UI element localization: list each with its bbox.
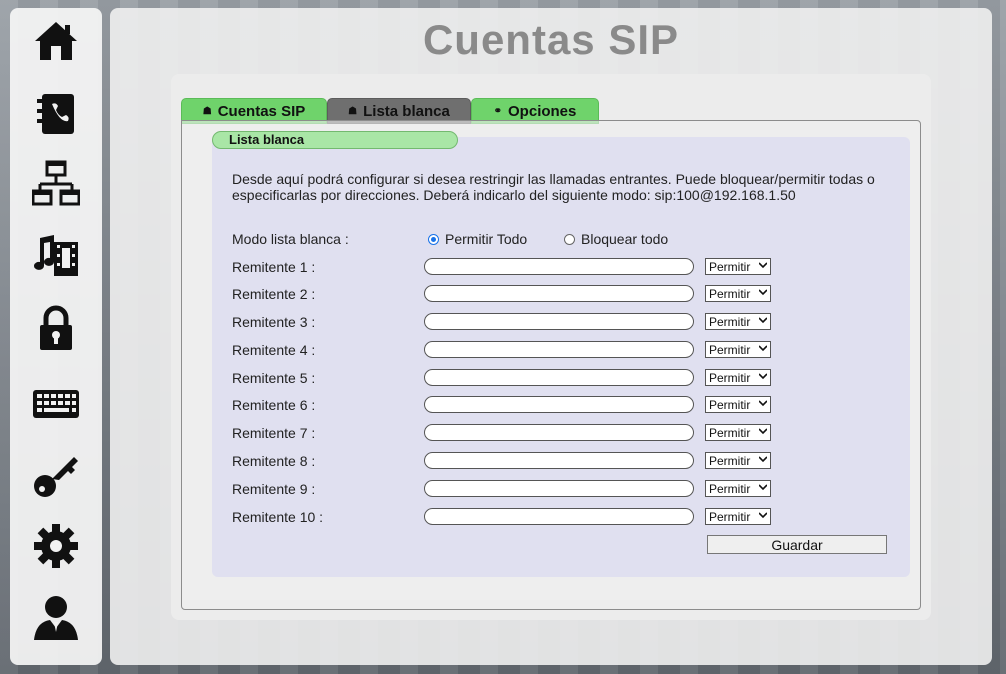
sender-label-2: Remitente 2 : bbox=[232, 286, 316, 302]
sender-input-8[interactable] bbox=[424, 452, 694, 469]
sender-input-7[interactable] bbox=[424, 424, 694, 441]
sender-action-select-1[interactable]: Permitir bbox=[705, 258, 771, 275]
chevron-down-icon bbox=[759, 262, 767, 269]
description-text: Desde aquí podrá configurar si desea res… bbox=[232, 171, 875, 203]
chevron-down-icon bbox=[759, 289, 767, 296]
sender-action-select-4[interactable]: Permitir bbox=[705, 341, 771, 358]
sender-action-select-10[interactable]: Permitir bbox=[705, 508, 771, 525]
keyboard-icon bbox=[33, 390, 79, 418]
sender-input-6[interactable] bbox=[424, 396, 694, 413]
key-icon bbox=[34, 457, 78, 497]
sidebar-item-network[interactable] bbox=[28, 160, 84, 216]
sidebar-item-security[interactable] bbox=[28, 304, 84, 360]
sender-label-8: Remitente 8 : bbox=[232, 453, 316, 469]
sender-label-7: Remitente 7 : bbox=[232, 425, 316, 441]
radio-bloquear-todo[interactable]: Bloquear todo bbox=[564, 231, 668, 247]
page-title: Cuentas SIP bbox=[422, 16, 680, 63]
phonebook-icon bbox=[37, 94, 74, 134]
chevron-down-icon bbox=[759, 373, 767, 380]
sidebar-item-home[interactable] bbox=[28, 18, 84, 74]
whitelist-icon: ☗ bbox=[348, 105, 358, 117]
chevron-down-icon bbox=[759, 484, 767, 491]
chevron-down-icon bbox=[759, 512, 767, 519]
account-icon: ☗ bbox=[202, 105, 212, 117]
sender-action-select-9[interactable]: Permitir bbox=[705, 480, 771, 497]
sender-action-select-5[interactable]: Permitir bbox=[705, 369, 771, 386]
sender-action-select-8[interactable]: Permitir bbox=[705, 452, 771, 469]
sidebar-item-user[interactable] bbox=[28, 594, 84, 650]
chevron-down-icon bbox=[759, 428, 767, 435]
sender-action-select-6[interactable]: Permitir bbox=[705, 396, 771, 413]
section-label: Lista blanca bbox=[212, 131, 458, 149]
sidebar-item-phonebook[interactable] bbox=[28, 90, 84, 146]
sender-input-10[interactable] bbox=[424, 508, 694, 525]
sidebar-item-media[interactable] bbox=[28, 232, 84, 288]
sidebar-item-keys[interactable] bbox=[28, 452, 84, 508]
radio-dot[interactable] bbox=[564, 233, 575, 245]
mode-label: Modo lista blanca : bbox=[232, 231, 349, 247]
sender-input-5[interactable] bbox=[424, 369, 694, 386]
chevron-down-icon bbox=[759, 345, 767, 352]
sender-label-5: Remitente 5 : bbox=[232, 370, 316, 386]
radio-permitir-todo[interactable]: Permitir Todo bbox=[428, 231, 527, 247]
sender-action-select-7[interactable]: Permitir bbox=[705, 424, 771, 441]
settings-panel: ☗ Cuentas SIP ☗ Lista blanca ⚭ Opciones … bbox=[171, 74, 931, 620]
sidebar bbox=[10, 8, 102, 665]
sender-label-9: Remitente 9 : bbox=[232, 481, 316, 497]
chevron-down-icon bbox=[759, 317, 767, 324]
chevron-down-icon bbox=[759, 400, 767, 407]
sender-label-1: Remitente 1 : bbox=[232, 259, 316, 275]
sender-input-3[interactable] bbox=[424, 313, 694, 330]
sender-input-1[interactable] bbox=[424, 258, 694, 275]
sender-label-3: Remitente 3 : bbox=[232, 314, 316, 330]
user-icon bbox=[34, 596, 78, 640]
network-icon bbox=[32, 160, 80, 206]
gear-icon bbox=[34, 524, 78, 568]
sender-action-select-2[interactable]: Permitir bbox=[705, 285, 771, 302]
sender-input-9[interactable] bbox=[424, 480, 694, 497]
radio-dot[interactable] bbox=[428, 233, 439, 245]
sidebar-item-keyboard[interactable] bbox=[28, 380, 84, 436]
sender-input-4[interactable] bbox=[424, 341, 694, 358]
tab-content: Lista blanca Desde aquí podrá configurar… bbox=[181, 120, 921, 610]
options-icon: ⚭ bbox=[493, 105, 503, 117]
lock-icon bbox=[40, 305, 72, 350]
chevron-down-icon bbox=[759, 456, 767, 463]
save-button[interactable]: Guardar bbox=[707, 535, 887, 554]
sidebar-item-settings[interactable] bbox=[28, 522, 84, 578]
sender-input-2[interactable] bbox=[424, 285, 694, 302]
sender-label-10: Remitente 10 : bbox=[232, 509, 324, 525]
main-content: Cuentas SIP ☗ Cuentas SIP ☗ Lista blanca… bbox=[110, 8, 992, 665]
media-icon bbox=[34, 235, 78, 276]
sender-label-6: Remitente 6 : bbox=[232, 397, 316, 413]
sender-label-4: Remitente 4 : bbox=[232, 342, 316, 358]
home-icon bbox=[35, 22, 77, 60]
sender-action-select-3[interactable]: Permitir bbox=[705, 313, 771, 330]
